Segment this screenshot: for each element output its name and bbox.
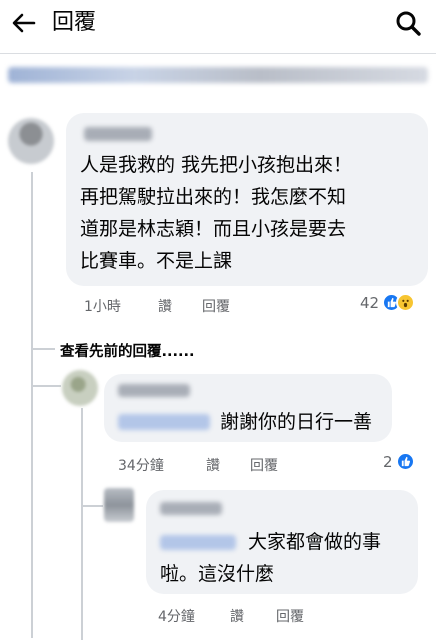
- comment-text: 人是我救的 我先把小孩抱出來！ 再把駕駛拉出來的！我怎麼不知 道那是林志穎！而且…: [80, 154, 353, 272]
- thread-connector: [31, 385, 61, 387]
- page-title: 回覆: [52, 10, 97, 35]
- reaction-count: 2: [383, 452, 393, 471]
- avatar[interactable]: [62, 370, 98, 406]
- reaction-count: 42: [360, 293, 380, 312]
- reply-time: 34分鐘: [118, 458, 164, 474]
- reply-button[interactable]: 回覆: [276, 606, 304, 626]
- search-icon[interactable]: [394, 9, 422, 37]
- header-divider: [0, 53, 436, 54]
- comment-bubble: 人是我救的 我先把小孩抱出來！ 再把駕駛拉出來的！我怎麼不知 道那是林志穎！而且…: [66, 113, 428, 286]
- wow-icon: [396, 293, 416, 312]
- reaction-summary[interactable]: 42: [360, 293, 416, 312]
- reply-text: 謝謝你的日行一善: [220, 411, 373, 433]
- thread-line: [81, 408, 83, 640]
- blurred-commenter-name[interactable]: [118, 384, 190, 397]
- thread-line: [31, 172, 33, 638]
- avatar[interactable]: [8, 118, 54, 164]
- blurred-mention-tag[interactable]: [118, 414, 210, 430]
- back-arrow-icon[interactable]: [10, 9, 38, 37]
- reply-button[interactable]: 回覆: [202, 296, 230, 316]
- blurred-commenter-name[interactable]: [84, 127, 152, 141]
- comment-time: 1小時: [84, 299, 121, 315]
- reply-button[interactable]: 回覆: [250, 455, 278, 475]
- avatar[interactable]: [104, 488, 134, 522]
- top-bar: 回覆: [0, 0, 436, 46]
- view-previous-replies-link[interactable]: 查看先前的回覆......: [60, 340, 195, 361]
- reply-bubble: 大家都會做的事 啦。這沒什麼: [146, 490, 418, 594]
- thread-connector: [81, 505, 103, 507]
- thread-connector: [31, 348, 55, 350]
- like-button[interactable]: 讚: [158, 296, 172, 316]
- blurred-commenter-name[interactable]: [160, 502, 222, 515]
- reaction-summary[interactable]: 2: [383, 452, 415, 471]
- reply-text: 大家都會做的事 啦。這沒什麼: [160, 531, 382, 585]
- reply-bubble: 謝謝你的日行一善: [104, 374, 392, 442]
- reply-time: 4分鐘: [158, 609, 195, 625]
- blurred-post-reference: [8, 67, 428, 83]
- like-icon: [395, 452, 415, 471]
- like-button[interactable]: 讚: [230, 606, 244, 626]
- like-button[interactable]: 讚: [206, 455, 220, 475]
